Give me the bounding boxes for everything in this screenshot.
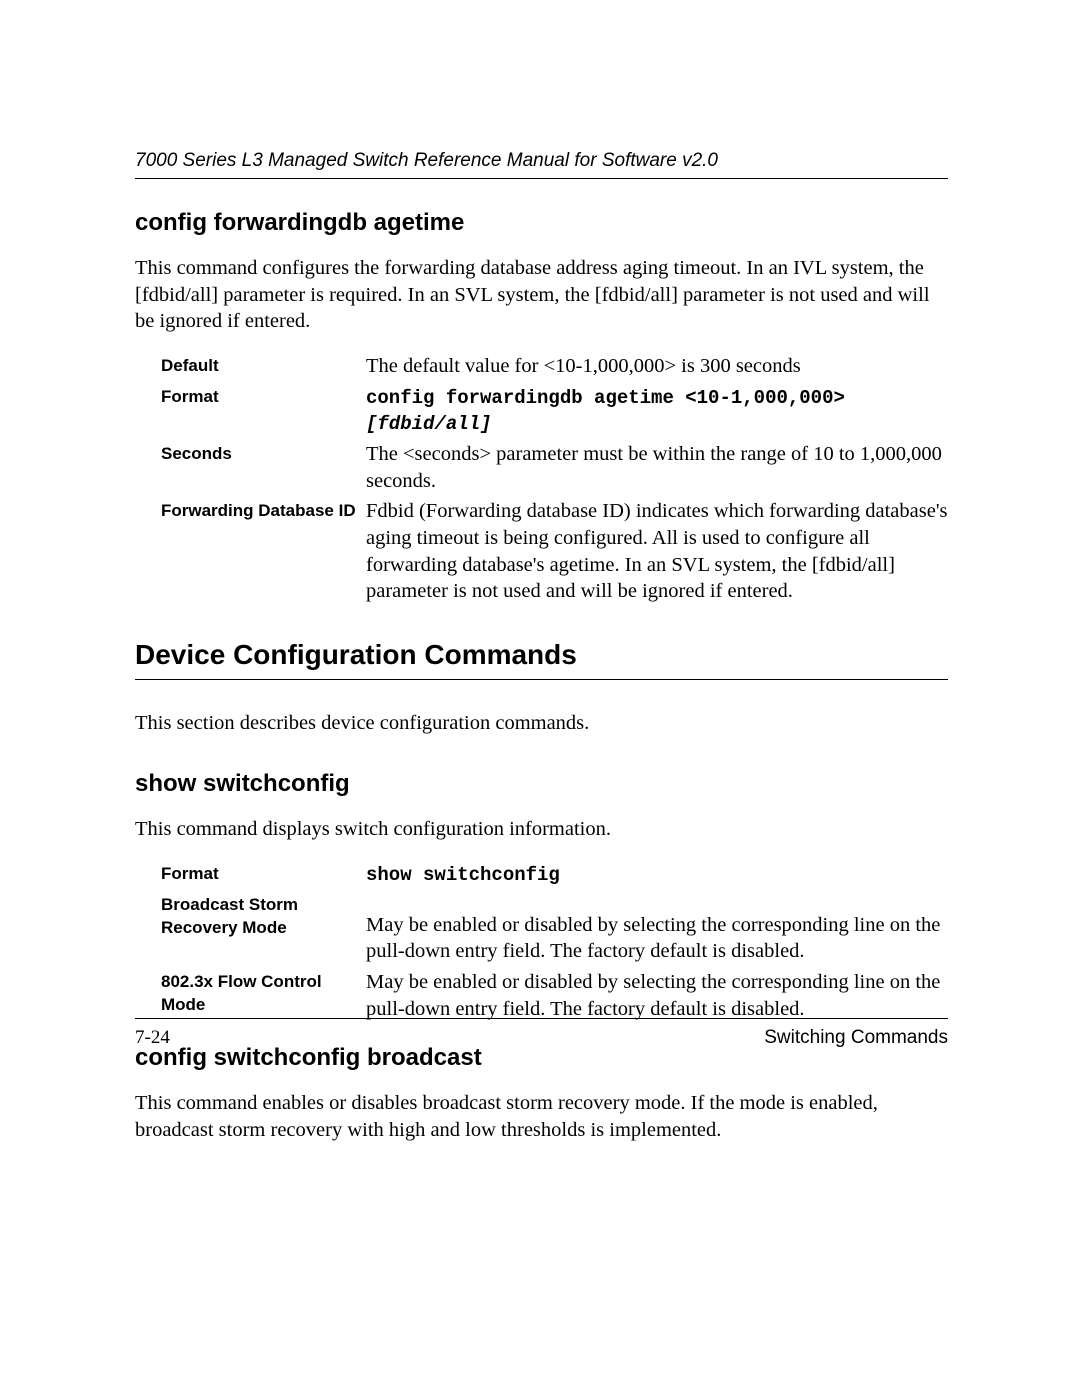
param-row-default: Default The default value for <10-1,000,… xyxy=(161,353,948,380)
param-label: Format xyxy=(161,861,366,886)
param-value: config forwardingdb agetime <10-1,000,00… xyxy=(366,384,948,437)
param-label: Format xyxy=(161,384,366,409)
param-label-line1: Broadcast Storm xyxy=(161,894,366,917)
param-label: Default xyxy=(161,353,366,378)
param-value: The default value for <10-1,000,000> is … xyxy=(366,353,948,380)
heading-show-switchconfig: show switchconfig xyxy=(135,770,948,798)
header-rule xyxy=(135,178,948,179)
param-value: Fdbid (Forwarding database ID) indicates… xyxy=(366,498,948,605)
body-sec3: This command displays switch configurati… xyxy=(135,816,948,843)
param-value: May be enabled or disabled by selecting … xyxy=(366,892,948,965)
param-row-bsrm: Broadcast Storm Recovery Mode May be ena… xyxy=(161,892,948,965)
param-label: Forwarding Database ID xyxy=(161,498,366,523)
section-name: Switching Commands xyxy=(764,1027,948,1049)
param-row-fdbid: Forwarding Database ID Fdbid (Forwarding… xyxy=(161,498,948,605)
param-row-seconds: Seconds The <seconds> parameter must be … xyxy=(161,441,948,494)
page-number: 7-24 xyxy=(135,1027,170,1049)
format-code-line1: config forwardingdb agetime <10-1,000,00… xyxy=(366,387,845,409)
param-label-line2: Recovery Mode xyxy=(161,917,366,940)
param-value: May be enabled or disabled by selecting … xyxy=(366,969,948,1022)
heading-config-forwardingdb-agetime: config forwardingdb agetime xyxy=(135,209,948,237)
param-row-flow: 802.3x Flow Control Mode May be enabled … xyxy=(161,969,948,1022)
param-table-sec3: Format show switchconfig Broadcast Storm… xyxy=(161,861,948,1022)
page-footer: 7-24 Switching Commands xyxy=(135,1018,948,1049)
param-row-format: Format config forwardingdb agetime <10-1… xyxy=(161,384,948,437)
body-sec2: This section describes device configurat… xyxy=(135,710,948,737)
param-row-format-sec3: Format show switchconfig xyxy=(161,861,948,888)
param-label: 802.3x Flow Control Mode xyxy=(161,969,366,1017)
format-code: show switchconfig xyxy=(366,864,560,886)
footer-rule xyxy=(135,1018,948,1019)
doc-header: 7000 Series L3 Managed Switch Reference … xyxy=(135,150,948,172)
param-label: Seconds xyxy=(161,441,366,466)
param-value: show switchconfig xyxy=(366,861,948,888)
body-sec1: This command configures the forwarding d… xyxy=(135,255,948,335)
body-sec4: This command enables or disables broadca… xyxy=(135,1090,948,1143)
section-rule xyxy=(135,679,948,680)
format-text1: config forwardingdb agetime <10-1,000,00… xyxy=(366,387,845,409)
heading-device-configuration-commands: Device Configuration Commands xyxy=(135,639,948,671)
format-code-line2: [fdbid/all] xyxy=(366,413,491,435)
param-table-sec1: Default The default value for <10-1,000,… xyxy=(161,353,948,605)
param-value: The <seconds> parameter must be within t… xyxy=(366,441,948,494)
param-label: Broadcast Storm Recovery Mode xyxy=(161,892,366,940)
